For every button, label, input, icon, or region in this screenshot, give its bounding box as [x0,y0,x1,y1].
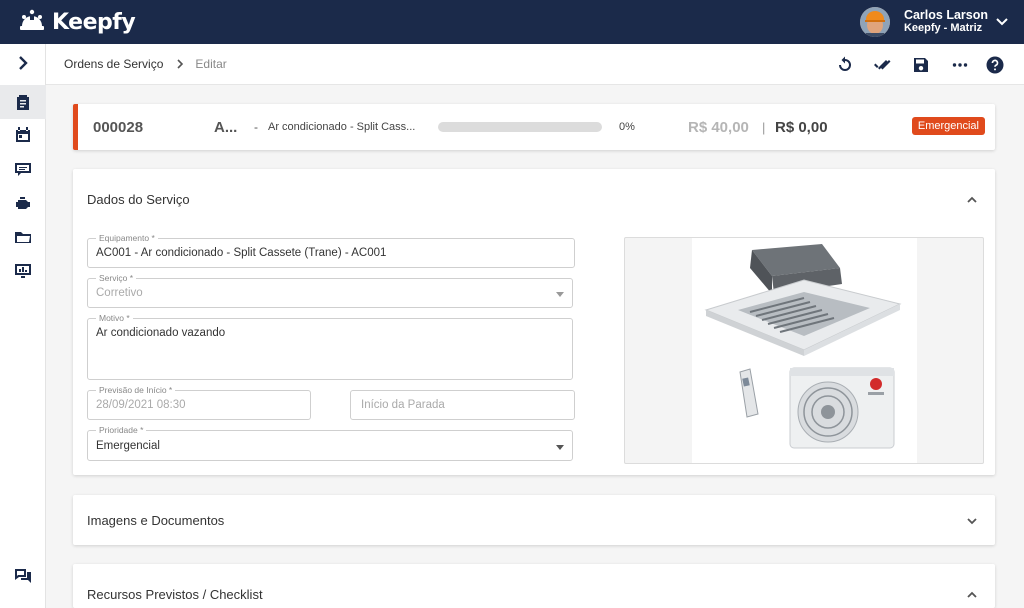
order-summary: 000028 A... - Ar condicionado - Split Ca… [73,104,995,150]
help-icon [986,56,1004,74]
documents-panel-title[interactable]: Imagens e Documentos [87,513,224,528]
priority-value: Emergencial [96,440,160,452]
reason-textarea[interactable]: Motivo * Ar condicionado vazando [87,313,573,380]
price-actual: R$ 0,00 [775,119,828,136]
sidebar-item-calendar[interactable] [0,118,46,152]
equipment-field[interactable]: Equipamento * AC001 - Ar condicionado - … [87,233,575,268]
service-value: Corretivo [96,287,143,299]
chevron-down-icon[interactable] [965,514,979,528]
dropdown-arrow-icon [556,292,564,297]
calendar-icon [16,127,30,142]
breadcrumb-current: Editar [195,57,227,71]
save-icon [914,58,928,72]
progress-bar [438,122,602,132]
chevron-up-icon[interactable] [965,193,979,207]
user-org: Keepfy - Matriz [903,22,983,34]
sidebar-item-requests[interactable] [0,152,46,186]
reason-value: Ar condicionado vazando [96,327,226,339]
priority-label: Prioridade * [96,425,147,435]
sidebar-toggle[interactable] [0,46,46,80]
breadcrumb-parent[interactable]: Ordens de Serviço [64,57,163,71]
save-button[interactable] [910,54,932,76]
order-code: 000028 [93,119,144,136]
reason-label: Motivo * [96,313,133,323]
documents-panel[interactable]: Imagens e Documentos [73,495,995,545]
sidebar-item-equipment[interactable] [0,186,46,220]
resources-panel[interactable]: Recursos Previstos / Checklist [73,564,995,608]
folder-icon [15,232,31,243]
chevron-up-icon[interactable] [965,588,979,602]
dashboard-icon [15,264,31,278]
order-dash: - [254,120,258,134]
undo-button[interactable] [834,54,856,76]
user-menu[interactable]: Carlos Larson Keepfy - Matriz [859,0,1008,44]
order-short: A... [214,119,238,136]
price-separator: | [762,120,766,135]
order-description: Ar condicionado - Split Cass... [268,121,416,133]
app-name: Keepfy [52,9,136,35]
service-label: Serviço * [96,273,137,283]
equipment-image [692,238,917,463]
service-panel-title[interactable]: Dados do Serviço [87,192,190,207]
avatar [859,7,890,37]
progress-label: 0% [619,121,635,133]
service-select[interactable]: Serviço * Corretivo [87,273,573,308]
priority-select[interactable]: Prioridade * Emergencial [87,425,573,461]
equipment-value: AC001 - Ar condicionado - Split Cassete … [96,247,387,259]
sidebar-item-reports[interactable] [0,254,46,288]
start-forecast-value: 28/09/2021 08:30 [96,399,186,411]
sidebar-item-service-orders[interactable] [0,85,46,119]
price-planned: R$ 40,00 [688,119,749,136]
start-forecast-input[interactable]: Previsão de Início * 28/09/2021 08:30 [87,385,311,420]
chevron-right-icon [177,59,184,69]
approve-button[interactable] [871,54,893,76]
stop-start-placeholder: Início da Parada [361,399,445,411]
service-panel: Dados do Serviço Equipamento * AC001 - A… [73,169,995,475]
chevron-down-icon[interactable] [994,13,1010,29]
helmet-logo-icon [20,9,44,30]
start-forecast-label: Previsão de Início * [96,385,176,395]
top-bar: Keepfy Carlos Larson Keepfy - Matriz [0,0,1024,44]
engine-icon [16,197,30,209]
app-logo[interactable]: Keepfy [18,8,136,36]
stop-start-input[interactable]: Início da Parada [350,390,575,420]
sidebar [0,44,46,608]
more-horizontal-icon [952,63,968,67]
sidebar-item-documents[interactable] [0,220,46,254]
resources-panel-title[interactable]: Recursos Previstos / Checklist [87,587,263,602]
clipboard-icon [17,95,29,110]
ticket-icon [15,163,31,176]
equipment-image-frame[interactable] [624,237,984,464]
user-name: Carlos Larson [903,8,988,22]
equipment-label: Equipamento * [96,233,158,243]
breadcrumb: Ordens de Serviço Editar [46,44,1024,85]
chat-icon [15,569,31,583]
double-check-icon [874,60,891,70]
undo-icon [839,56,851,71]
priority-badge: Emergencial [911,117,985,135]
dropdown-arrow-icon [556,445,564,450]
more-button[interactable] [949,54,971,76]
sidebar-item-chat[interactable] [0,559,46,593]
chevron-right-icon [19,56,28,70]
help-button[interactable] [984,54,1006,76]
